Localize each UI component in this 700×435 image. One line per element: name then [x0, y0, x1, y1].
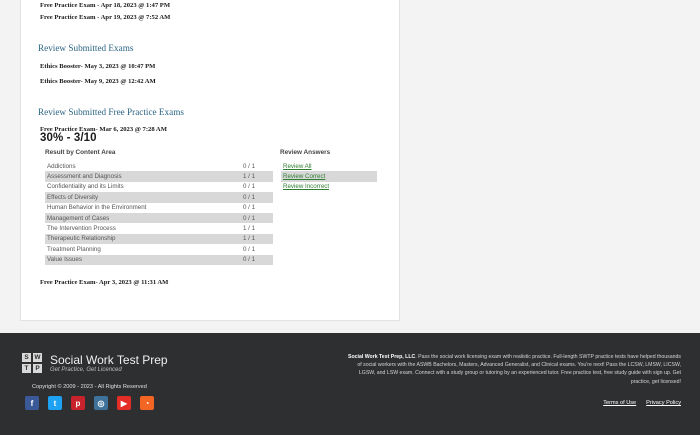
result-row: The Intervention Process 1 / 1 [45, 223, 273, 233]
privacy-policy-link[interactable]: Privacy Policy [646, 400, 681, 406]
exam-score: 30% - 3/10 [40, 132, 97, 144]
logo-mark: S W T P [21, 352, 43, 374]
logo-letter: S [21, 352, 32, 363]
exam-link[interactable]: Free Practice Exam - Apr 18, 2023 @ 1:47… [40, 2, 170, 9]
topic-score: 0 / 1 [243, 183, 256, 191]
result-row: Value Issues 0 / 1 [45, 254, 273, 265]
exam-link[interactable]: Ethics Booster- May 9, 2023 @ 12:42 AM [40, 78, 156, 85]
topic-score: 0 / 1 [243, 256, 256, 264]
brand-tagline: Get Practice, Get Licenced [50, 367, 122, 373]
topic-label: The Intervention Process [47, 225, 116, 233]
review-correct-link[interactable]: Review Correct [281, 171, 377, 182]
social-links: f t p ◎ ▶ ◔ [25, 396, 154, 410]
topic-score: 0 / 1 [243, 193, 256, 201]
instagram-icon[interactable]: ◎ [94, 396, 108, 410]
result-row: Assessment and Diagnosis 1 / 1 [45, 171, 273, 182]
review-all-link[interactable]: Review All [281, 161, 377, 171]
answers-header: Review Answers [280, 149, 331, 156]
facebook-icon[interactable]: f [25, 396, 39, 410]
topic-label: Assessment and Diagnosis [47, 173, 122, 181]
results-header: Result by Content Area [45, 149, 116, 156]
terms-of-use-link[interactable]: Terms of Use [603, 400, 636, 406]
topic-score: 0 / 1 [243, 204, 256, 212]
review-incorrect-link[interactable]: Review Incorrect [281, 182, 377, 192]
topic-score: 1 / 1 [243, 235, 256, 243]
topic-label: Value Issues [47, 256, 82, 264]
section-title: Review Submitted Free Practice Exams [38, 107, 184, 117]
topic-label: Effects of Diversity [47, 193, 99, 201]
about-blurb: Social Work Test Prep, LLC. Pass the soc… [346, 353, 681, 386]
site-footer: S W T P Social Work Test Prep Get Practi… [0, 333, 700, 435]
topic-score: 0 / 1 [243, 245, 256, 253]
result-row: Treatment Planning 0 / 1 [45, 244, 273, 254]
result-row: Effects of Diversity 0 / 1 [45, 192, 273, 203]
results-table: Addictions 0 / 1 Assessment and Diagnosis… [45, 161, 273, 265]
exam-link[interactable]: Free Practice Exam- Apr 3, 2023 @ 11:31 … [40, 279, 168, 286]
logo-letter: P [32, 363, 43, 374]
topic-label: Confidentiality and its Limits [47, 183, 124, 191]
result-row: Confidentiality and its Limits 0 / 1 [45, 182, 273, 192]
section-title: Review Submitted Exams [38, 43, 134, 53]
topic-label: Treatment Planning [47, 245, 101, 253]
logo-letter: T [21, 363, 32, 374]
exam-history-card: Free Practice Exam - Apr 18, 2023 @ 1:47… [20, 0, 400, 321]
result-row: Management of Cases 0 / 1 [45, 212, 273, 224]
brand-name: Social Work Test Prep [50, 353, 168, 367]
topic-label: Human Behavior in the Environment [47, 204, 147, 212]
swtp-logo[interactable]: S W T P [21, 352, 43, 374]
topic-score: 1 / 1 [243, 225, 256, 233]
exam-link[interactable]: Ethics Booster- May 3, 2023 @ 10:47 PM [40, 63, 155, 70]
youtube-icon[interactable]: ▶ [117, 396, 131, 410]
review-answers-list: Review All Review Correct Review Incorre… [281, 161, 377, 192]
copyright: Copyright © 2009 - 2023 - All Rights Res… [32, 384, 147, 390]
result-row: Therapeutic Relationship 1 / 1 [45, 233, 273, 245]
topic-score: 1 / 1 [243, 173, 256, 181]
topic-score: 0 / 1 [243, 162, 256, 170]
topic-label: Addictions [47, 162, 76, 170]
exam-link[interactable]: Free Practice Exam - Apr 19, 2023 @ 7:52… [40, 14, 170, 21]
pinterest-icon[interactable]: p [71, 396, 85, 410]
rss-icon[interactable]: ◔ [140, 396, 154, 410]
footer-links: Terms of Use Privacy Policy [603, 400, 681, 406]
logo-letter: W [32, 352, 43, 363]
about-company: Social Work Test Prep, LLC [347, 354, 416, 360]
result-row: Human Behavior in the Environment 0 / 1 [45, 203, 273, 213]
topic-label: Therapeutic Relationship [47, 235, 116, 243]
result-row: Addictions 0 / 1 [45, 161, 273, 171]
topic-label: Management of Cases [47, 214, 110, 222]
twitter-icon[interactable]: t [48, 396, 62, 410]
topic-score: 0 / 1 [243, 214, 256, 222]
